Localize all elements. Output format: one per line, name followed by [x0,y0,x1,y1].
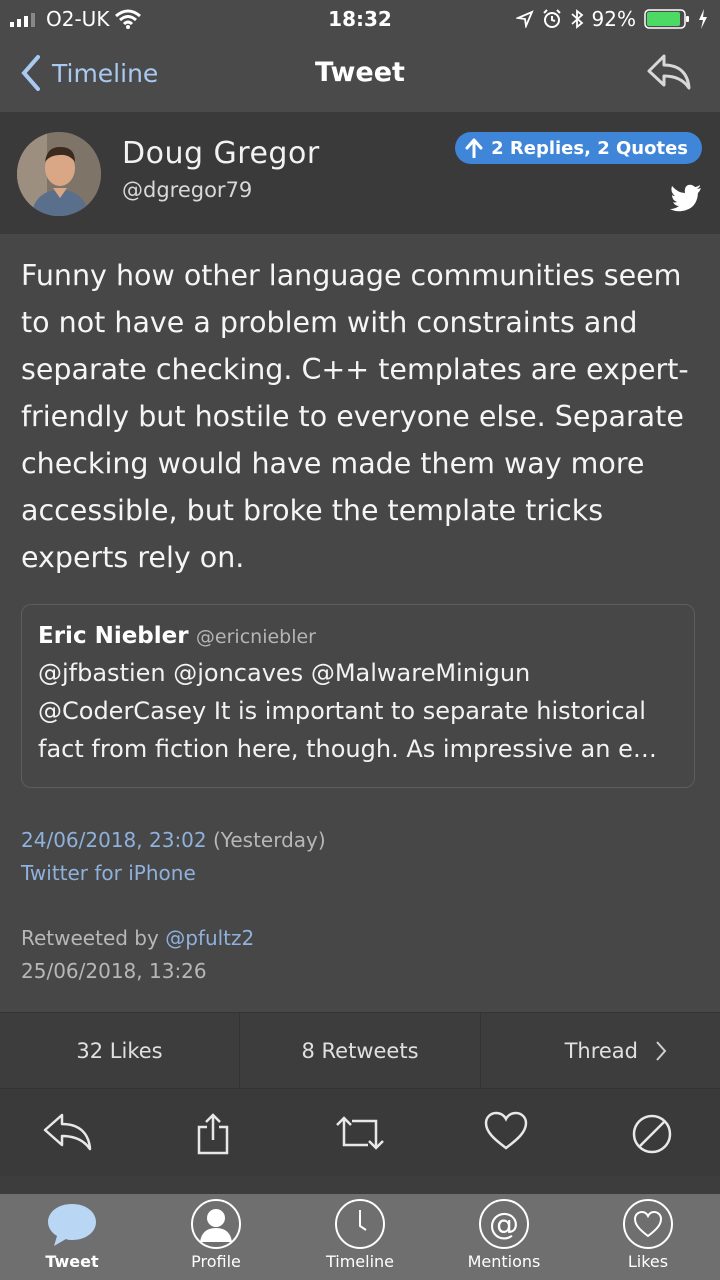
quoted-tweet[interactable]: Eric Niebler @ericniebler @jfbastien @jo… [21,604,695,788]
reply-nav-button[interactable] [646,52,692,96]
tweet-relative-date: (Yesterday) [212,828,326,852]
nav-bar: Timeline Tweet [0,40,720,112]
retweet-button[interactable] [334,1115,386,1155]
retweet-info: Retweeted by @pfultz2 25/06/2018, 13:26 [21,922,254,988]
reply-icon [43,1113,92,1151]
tab-likes[interactable]: Likes [576,1198,720,1271]
thread-label: Thread [564,1039,638,1063]
tweet-text: Funny how other language communities see… [21,259,689,574]
retweeted-by-label: Retweeted by [21,926,159,950]
svg-text:@: @ [489,1207,519,1242]
profile-icon [191,1199,241,1249]
tab-mentions-label: Mentions [467,1252,541,1271]
replies-quotes-button[interactable]: 2 Replies, 2 Quotes [455,132,702,164]
likes-count-button[interactable]: 32 Likes [0,1013,239,1089]
tweet-client[interactable]: Twitter for iPhone [21,857,326,890]
quoted-author-handle: @ericniebler [195,626,316,648]
quoted-tweet-text: @jfbastien @joncaves @MalwareMinigun @Co… [38,659,657,763]
mute-button[interactable] [631,1113,673,1159]
at-sign-icon: @ [479,1199,529,1249]
tweet-date[interactable]: 24/06/2018, 23:02 [21,828,207,852]
tab-bar: Tweet Profile Timeline @ Mentions Likes [0,1194,720,1280]
share-icon [197,1113,229,1155]
like-button[interactable] [484,1111,528,1155]
block-icon [632,1114,672,1154]
avatar[interactable] [17,132,101,216]
tab-timeline-label: Timeline [325,1252,395,1271]
spacer [0,1176,720,1194]
tab-profile[interactable]: Profile [144,1198,288,1271]
twitter-bird-icon[interactable] [670,184,702,216]
retweeted-by-handle[interactable]: @pfultz2 [165,926,254,950]
retweet-icon [336,1116,384,1150]
speech-bubble-icon [48,1204,96,1246]
tweet-header: Doug Gregor @dgregor79 2 Replies, 2 Quot… [0,112,720,234]
retweets-count: 8 Retweets [301,1039,419,1063]
battery-percent: 92% [591,7,636,31]
reply-icon [647,54,691,90]
chevron-right-icon [656,1041,667,1061]
page-title: Tweet [315,57,405,88]
tab-likes-label: Likes [627,1252,669,1271]
tab-profile-label: Profile [191,1252,241,1271]
tab-timeline[interactable]: Timeline [288,1198,432,1271]
tweet-meta: 24/06/2018, 23:02 (Yesterday) Twitter fo… [21,824,326,890]
status-bar: O2-UK 18:32 92% [0,0,720,40]
author-name[interactable]: Doug Gregor [122,136,320,171]
stats-bar: 32 Likes 8 Retweets Thread [0,1012,720,1089]
retweet-date: 25/06/2018, 13:26 [21,959,207,983]
share-button[interactable] [196,1113,230,1159]
quoted-author-name: Eric Niebler [38,623,189,649]
replies-quotes-label: 2 Replies, 2 Quotes [491,137,688,159]
quoted-tweet-header: Eric Niebler @ericniebler [38,621,678,652]
tab-tweet-label: Tweet [45,1252,99,1271]
tab-tweet[interactable]: Tweet [0,1198,144,1271]
charging-icon [699,9,707,29]
likes-count: 32 Likes [76,1039,163,1063]
clock-icon [335,1199,385,1249]
tab-mentions[interactable]: @ Mentions [432,1198,576,1271]
status-right: 92% [515,7,708,31]
bluetooth-icon [570,9,583,29]
thread-button[interactable]: Thread [481,1013,720,1089]
heart-icon [623,1199,673,1249]
battery-icon [644,9,689,29]
heart-icon [484,1111,528,1150]
arrow-up-icon [465,138,483,158]
action-bar [0,1088,720,1177]
alarm-icon [542,9,561,28]
location-icon [515,10,534,28]
retweets-count-button[interactable]: 8 Retweets [240,1013,480,1089]
reply-button[interactable] [42,1109,94,1157]
author-handle[interactable]: @dgregor79 [122,178,252,202]
